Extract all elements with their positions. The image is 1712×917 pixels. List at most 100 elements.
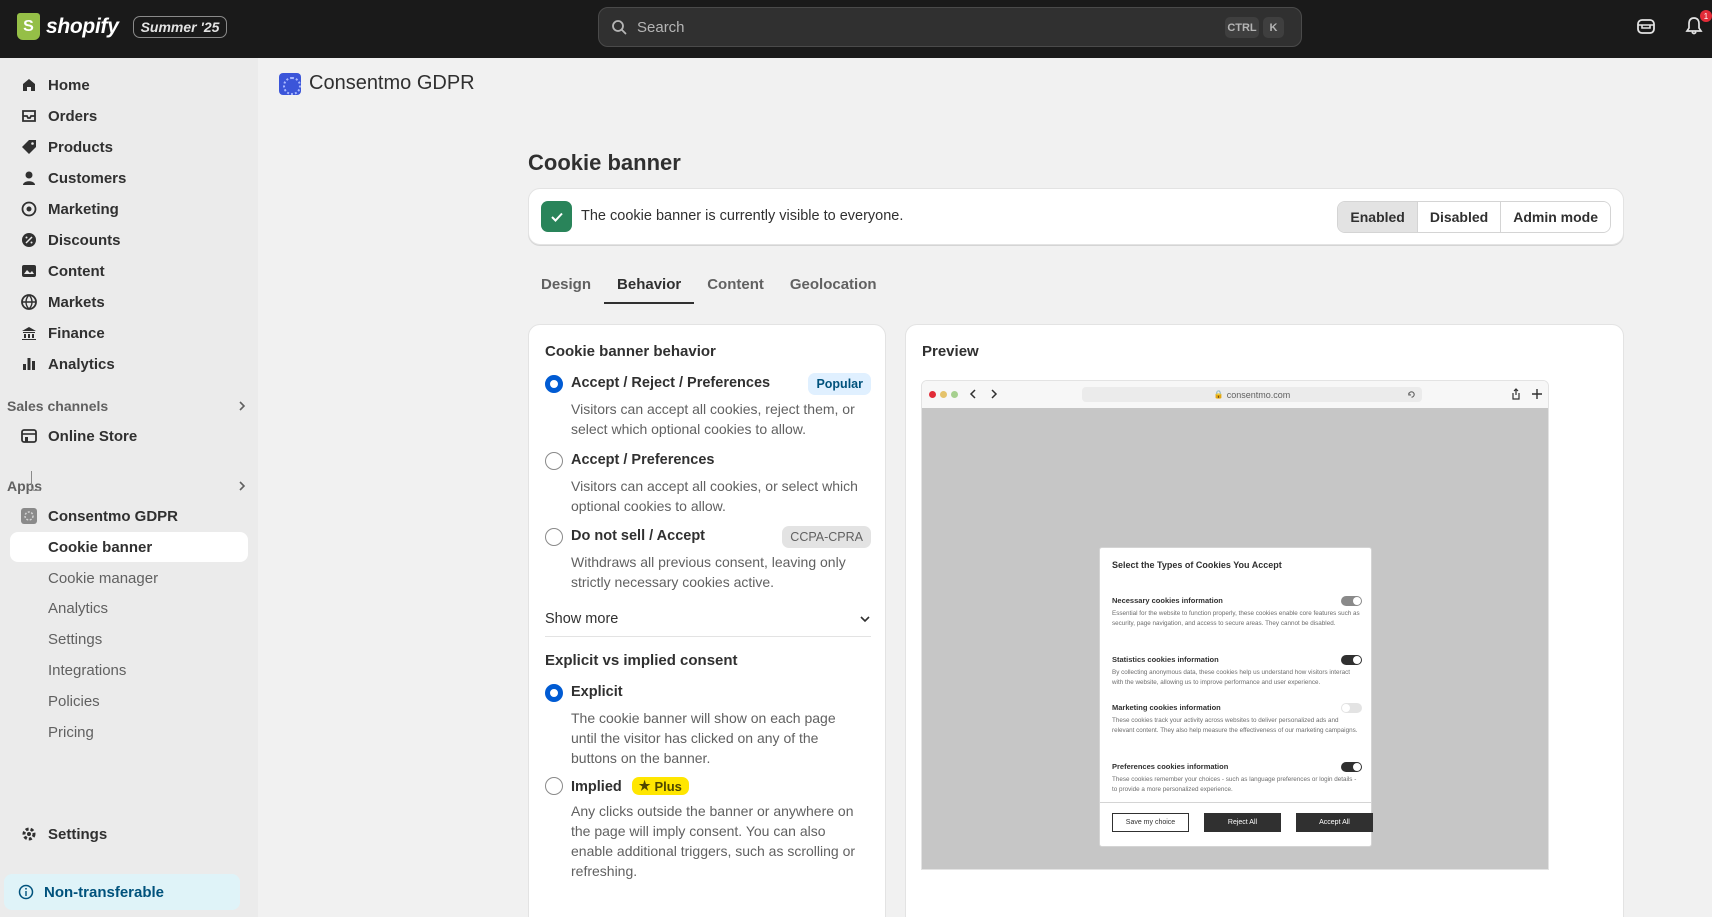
sidebar-item-settings[interactable]: Settings [10, 819, 248, 849]
modal-footer: Save my choice Reject All Accept All [1100, 802, 1373, 846]
refresh-icon [1408, 391, 1415, 398]
sidebar-item-policies[interactable]: Policies [10, 686, 248, 716]
save-choice-button: Save my choice [1112, 813, 1189, 832]
section-desc: These cookies track your activity across… [1112, 717, 1358, 734]
store-icon[interactable] [1636, 16, 1658, 38]
sidebar-item-orders[interactable]: Orders [10, 101, 248, 131]
modal-title: Select the Types of Cookies You Accept [1112, 560, 1282, 570]
sidebar-item-label: Finance [48, 324, 105, 342]
radio-selected[interactable] [545, 684, 563, 702]
tab-geolocation[interactable]: Geolocation [777, 266, 890, 302]
app-title: Consentmo GDPR [309, 72, 475, 94]
sidebar-item-products[interactable]: Products [10, 132, 248, 162]
tab-behavior[interactable]: Behavior [604, 266, 695, 304]
back-arrow-icon [969, 389, 976, 399]
option-label: Accept / Preferences [571, 452, 715, 468]
plus-badge: ★ Plus [631, 777, 689, 795]
sidebar-item-integrations[interactable]: Integrations [10, 655, 248, 685]
tree-connector [31, 471, 41, 491]
minimize-dot-icon [940, 391, 947, 398]
sidebar-item-customers[interactable]: Customers [10, 163, 248, 193]
non-transferable-label: Non-transferable [44, 883, 165, 901]
radio-unselected[interactable] [545, 777, 563, 795]
section-desc: By collecting anonymous data, these cook… [1112, 669, 1351, 686]
preferences-toggle [1341, 762, 1362, 772]
chevron-down-icon [860, 615, 870, 622]
sidebar-item-pricing[interactable]: Pricing [10, 717, 248, 747]
necessary-toggle [1341, 596, 1362, 606]
notification-bell-icon[interactable]: 1 [1684, 10, 1712, 38]
shopify-bag-icon: S [17, 13, 40, 40]
admin-mode-button[interactable]: Admin mode [1500, 202, 1610, 232]
option-desc: The cookie banner will show on each page… [571, 710, 836, 766]
section-desc: Essential for the website to function pr… [1112, 610, 1360, 627]
sidebar-item-analytics[interactable]: Analytics [10, 349, 248, 379]
sidebar-item-cookie-manager[interactable]: Cookie manager [10, 563, 248, 593]
section-heading: Preferences cookies information [1112, 762, 1229, 771]
show-more-toggle[interactable]: Show more [545, 607, 871, 637]
radio-selected[interactable] [545, 375, 563, 393]
new-tab-plus-icon [1532, 389, 1542, 399]
search-input[interactable] [637, 18, 1197, 36]
chevron-right-icon [239, 401, 246, 411]
storefront-icon [21, 429, 37, 443]
sidebar-item-markets[interactable]: Markets [10, 287, 248, 317]
sidebar-item-online-store[interactable]: Online Store [10, 421, 248, 451]
search-bar[interactable]: CTRL K [598, 7, 1302, 47]
shortcut-ctrl: CTRL [1225, 17, 1259, 38]
orders-icon [22, 110, 36, 122]
section-desc: These cookies remember your choices - su… [1112, 776, 1357, 793]
sidebar-item-marketing[interactable]: Marketing [10, 194, 248, 224]
sidebar-item-app-analytics[interactable]: Analytics [10, 593, 248, 623]
enabled-button[interactable]: Enabled [1338, 202, 1417, 232]
tab-design[interactable]: Design [528, 266, 604, 302]
tag-icon [22, 140, 36, 154]
sidebar-item-app-settings[interactable]: Settings [10, 624, 248, 654]
sidebar-item-label: Home [48, 76, 90, 94]
sidebar-item-label: Consentmo GDPR [48, 507, 179, 525]
discount-icon [22, 233, 36, 247]
main-content: Consentmo GDPR Cookie banner The cookie … [258, 58, 1712, 917]
section-heading: Necessary cookies information [1112, 596, 1223, 605]
shopify-logo[interactable]: S shopify Summer '25 [17, 13, 228, 40]
sidebar-item-content[interactable]: Content [10, 256, 248, 286]
edition-badge[interactable]: Summer '25 [132, 15, 228, 38]
sidebar-item-label: Products [48, 138, 114, 156]
sidebar-item-cookie-banner[interactable]: Cookie banner [10, 532, 248, 562]
chevron-right-icon [239, 481, 246, 491]
sidebar-item-home[interactable]: Home [10, 70, 248, 100]
option-label-wrap: Implied ★ Plus [571, 777, 689, 795]
content-icon [22, 265, 36, 277]
consent-title: Explicit vs implied consent [545, 652, 738, 669]
disabled-button[interactable]: Disabled [1416, 202, 1501, 232]
marketing-section: Marketing cookies information These cook… [1112, 703, 1362, 736]
info-icon [18, 884, 34, 900]
non-transferable-banner[interactable]: Non-transferable [4, 874, 240, 910]
radio-unselected[interactable] [545, 528, 563, 546]
ccpa-badge: CCPA-CPRA [782, 526, 871, 548]
option-desc: Any clicks outside the banner or anywher… [571, 803, 856, 879]
preview-card: Preview 🔒 consentmo.com Select the Types… [905, 324, 1624, 917]
option-desc: Withdraws all previous consent, leaving … [571, 554, 846, 590]
option-label: Do not sell / Accept [571, 528, 706, 544]
sales-channels-header[interactable]: Sales channels [7, 398, 248, 414]
star-icon: ★ [638, 778, 651, 793]
sidebar: Home Orders Products Customers Marketing… [0, 58, 258, 917]
option-desc: Visitors can accept all cookies, or sele… [571, 478, 858, 514]
tab-content[interactable]: Content [694, 266, 777, 302]
apps-header[interactable]: Apps [7, 478, 248, 494]
sidebar-item-consentmo[interactable]: Consentmo GDPR [10, 501, 248, 531]
notification-count: 1 [1700, 10, 1712, 22]
sidebar-item-finance[interactable]: Finance [10, 318, 248, 348]
radio-unselected[interactable] [545, 452, 563, 470]
sidebar-item-label: Online Store [48, 427, 138, 445]
preview-title: Preview [922, 343, 979, 360]
option-label: Accept / Reject / Preferences [571, 375, 771, 391]
url-bar: 🔒 consentmo.com [1082, 387, 1422, 402]
sidebar-item-discounts[interactable]: Discounts [10, 225, 248, 255]
person-icon [23, 171, 35, 185]
option-label: Implied [571, 779, 622, 795]
statistics-section: Statistics cookies information By collec… [1112, 655, 1362, 688]
sales-channels-label: Sales channels [7, 398, 109, 414]
url-text: consentmo.com [1226, 389, 1291, 400]
